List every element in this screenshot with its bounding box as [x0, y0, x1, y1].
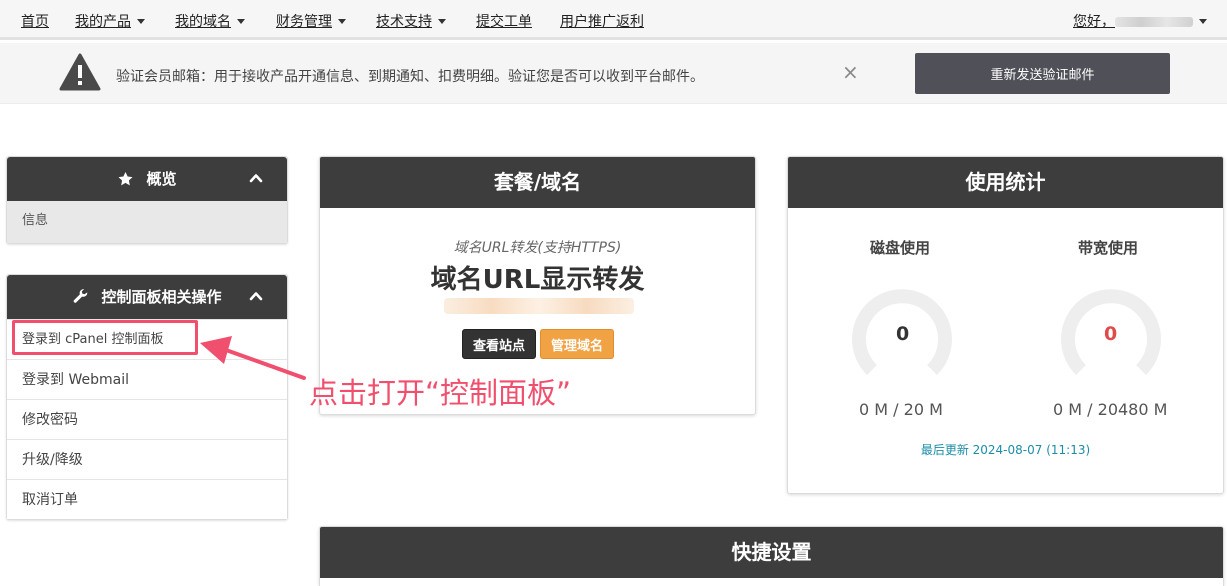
chevron-up-icon[interactable]	[249, 171, 263, 185]
bandwidth-usage-label: 带宽使用	[1078, 239, 1139, 257]
caret-down-icon	[237, 19, 245, 24]
package-subtitle: 域名URL转发(支持HTTPS)	[453, 240, 622, 256]
bandwidth-usage-caption: 0 M / 20480 M	[1053, 400, 1168, 419]
package-panel-title: 套餐/域名	[320, 157, 755, 208]
overview-panel-header[interactable]: 概览	[7, 157, 287, 201]
sidebar-item-info[interactable]: 信息	[7, 201, 287, 243]
nav-billing[interactable]: 财务管理	[276, 11, 346, 31]
alert-message: 验证会员邮箱：用于接收产品开通信息、到期通知、扣费明细。验证您是否可以收到平台邮…	[116, 69, 704, 85]
nav-label: 我的域名	[175, 14, 231, 30]
nav-label: 财务管理	[276, 14, 332, 30]
panel-title: 控制面板相关操作	[101, 288, 222, 306]
usage-panel-title: 使用统计	[788, 157, 1223, 208]
caret-down-icon	[137, 19, 145, 24]
nav-affiliate[interactable]: 用户推广返利	[560, 11, 644, 31]
greeting-text: 您好，	[1073, 14, 1115, 30]
overview-panel: 概览 信息	[6, 156, 288, 244]
quick-settings-title: 快捷设置	[320, 527, 1223, 578]
usage-stats-panel: 使用统计 磁盘使用 0 0 M / 20 M 带宽使用 0 0 M / 2048…	[787, 156, 1224, 494]
panel-title: 概览	[146, 170, 177, 188]
username-redacted	[1115, 17, 1193, 27]
star-icon	[118, 172, 133, 186]
last-updated-text: 最后更新 2024-08-07 (11:13)	[920, 443, 1091, 457]
disk-usage-caption: 0 M / 20 M	[859, 400, 943, 419]
email-verify-alert: 验证会员邮箱：用于接收产品开通信息、到期通知、扣费明细。验证您是否可以收到平台邮…	[0, 43, 1227, 104]
package-name: 域名URL显示转发	[430, 265, 645, 295]
control-panel-actions-panel: 控制面板相关操作 登录到 cPanel 控制面板 登录到 Webmail 修改密…	[6, 274, 288, 520]
wrench-icon	[74, 289, 88, 303]
user-menu[interactable]: 您好，	[1073, 11, 1207, 31]
close-icon[interactable]: ×	[842, 62, 859, 82]
annotation-arrow-icon	[200, 336, 306, 380]
nav-label: 我的产品	[75, 14, 131, 30]
caret-down-icon	[338, 19, 346, 24]
disk-usage-label: 磁盘使用	[870, 239, 931, 257]
chevron-up-icon[interactable]	[249, 289, 263, 303]
top-navbar: 首页 我的产品 我的域名 财务管理 技术支持 提交工单 用户推广返利 您好，	[0, 0, 1227, 40]
disk-usage-value: 0	[896, 323, 910, 345]
manage-domain-button[interactable]: 管理域名	[540, 329, 614, 359]
caret-down-icon	[438, 19, 446, 24]
quick-settings-panel: 快捷设置	[319, 526, 1224, 586]
nav-label: 技术支持	[376, 14, 432, 30]
nav-my-domains[interactable]: 我的域名	[175, 11, 245, 31]
caret-down-icon	[1199, 19, 1207, 24]
nav-support[interactable]: 技术支持	[376, 11, 446, 31]
sidebar-item-upgrade-downgrade[interactable]: 升级/降级	[7, 439, 287, 479]
nav-my-products[interactable]: 我的产品	[75, 11, 145, 31]
nav-home[interactable]: 首页	[21, 11, 49, 31]
sidebar-item-cancel-order[interactable]: 取消订单	[7, 479, 287, 519]
view-site-button[interactable]: 查看站点	[462, 329, 536, 359]
sidebar-item-change-password[interactable]: 修改密码	[7, 399, 287, 439]
domain-redacted	[444, 298, 634, 314]
resend-verification-button[interactable]: 重新发送验证邮件	[915, 53, 1170, 94]
annotation-text: 点击打开“控制面板”	[309, 376, 572, 410]
annotation-highlight-box	[12, 320, 198, 355]
nav-submit-ticket[interactable]: 提交工单	[476, 11, 532, 31]
bandwidth-usage-value: 0	[1104, 323, 1118, 345]
warning-triangle-icon	[59, 53, 101, 91]
actions-panel-header[interactable]: 控制面板相关操作	[7, 275, 287, 319]
